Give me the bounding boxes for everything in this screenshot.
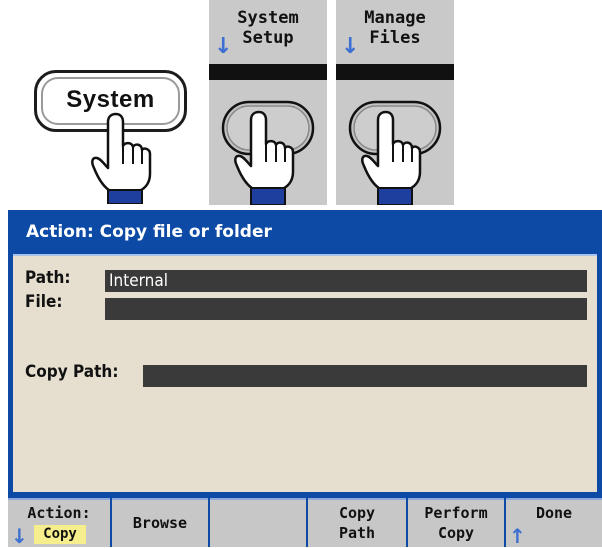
pointing-hand-icon	[91, 112, 152, 204]
softkey-divider	[336, 64, 454, 80]
browse-softkey-label: Browse	[132, 514, 188, 532]
done-softkey-label: Done	[535, 504, 573, 522]
perform-copy-softkey[interactable]: Perform Copy	[408, 498, 504, 547]
down-arrow-icon: ↓	[11, 524, 28, 548]
pointing-hand-icon	[361, 110, 422, 205]
copy-path-softkey-line2: Path	[338, 524, 376, 542]
down-arrow-icon: ↓	[341, 34, 360, 59]
action-softkey-label: Action:	[27, 504, 91, 522]
instrument-screen: Action: Copy file or folder Path: Intern…	[8, 210, 602, 547]
copy-path-label: Copy Path:	[25, 362, 119, 382]
screen-title: Action: Copy file or folder	[26, 222, 272, 242]
softkey-label-line1: System	[237, 8, 299, 28]
manage-files-softkey-label: Manage Files ↓	[336, 0, 454, 64]
manage-files-button[interactable]	[336, 80, 454, 205]
perform-copy-softkey-line2: Copy	[437, 524, 475, 542]
path-value: Internal	[109, 271, 168, 291]
file-field[interactable]	[105, 298, 587, 320]
softkey-label-line1: Manage	[364, 8, 426, 28]
manage-files-softkey-panel: Manage Files ↓	[336, 0, 454, 205]
dialog-content: Path: Internal File: Copy Path:	[13, 254, 597, 492]
empty-softkey[interactable]	[210, 498, 306, 547]
system-setup-button[interactable]	[209, 80, 327, 205]
system-setup-softkey-label: System Setup ↓	[209, 0, 327, 64]
pointing-hand-icon	[234, 110, 295, 205]
done-softkey[interactable]: Done ↑	[506, 498, 602, 547]
path-field[interactable]: Internal	[105, 270, 587, 292]
copy-path-softkey[interactable]: Copy Path	[308, 498, 406, 547]
file-label: File:	[25, 292, 63, 312]
down-arrow-icon: ↓	[214, 34, 233, 59]
softkey-bar: Action: Copy ↓ Browse Copy Path Perform …	[8, 498, 602, 547]
system-key-label: System	[66, 86, 155, 113]
copy-path-softkey-line1: Copy	[338, 504, 376, 522]
copy-path-field[interactable]	[143, 365, 587, 387]
path-label: Path:	[25, 268, 71, 288]
up-arrow-icon: ↑	[509, 524, 526, 548]
softkey-divider	[209, 64, 327, 80]
perform-copy-softkey-line1: Perform	[424, 504, 488, 522]
title-bar: Action: Copy file or folder	[8, 210, 602, 254]
action-selected-value: Copy	[34, 525, 86, 544]
system-setup-softkey-panel: System Setup ↓	[209, 0, 327, 205]
action-softkey[interactable]: Action: Copy ↓	[8, 498, 110, 547]
browse-softkey[interactable]: Browse	[112, 498, 208, 547]
